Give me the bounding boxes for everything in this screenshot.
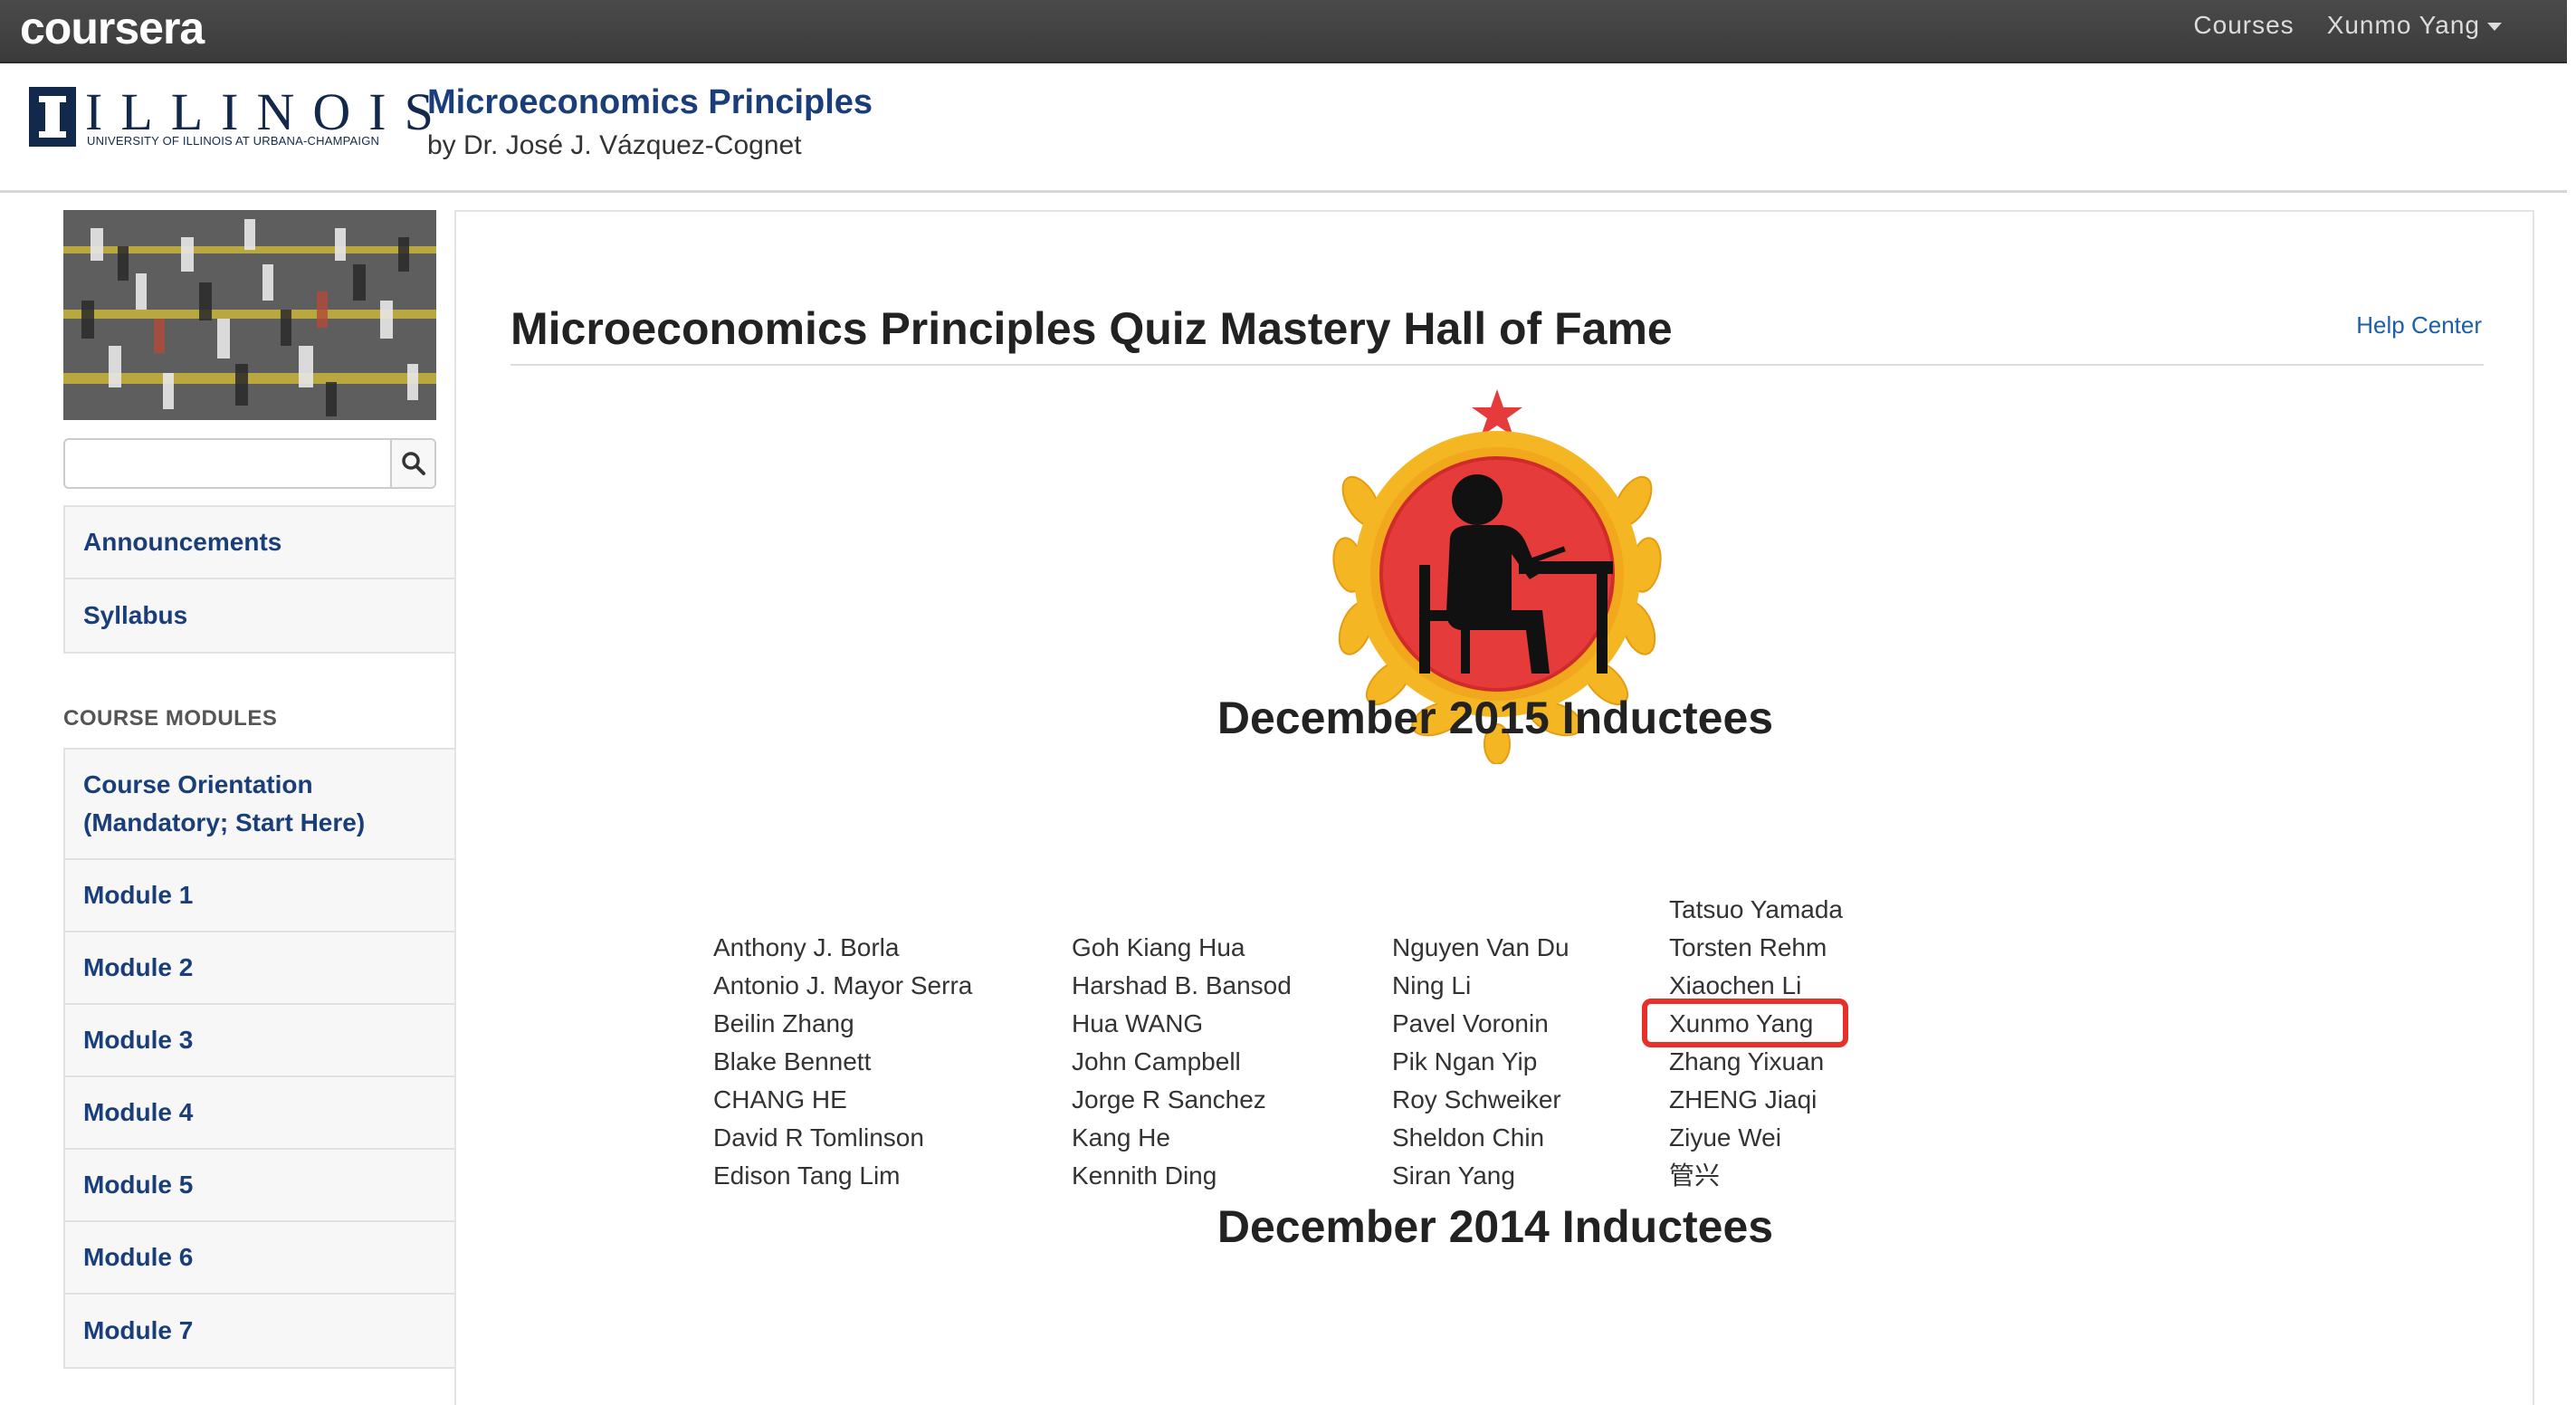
inductee-name: Siran Yang — [1392, 1161, 1515, 1190]
inductee-name: Kennith Ding — [1072, 1161, 1217, 1190]
highlight-box — [1642, 999, 1848, 1047]
inductee-name: John Campbell — [1072, 1047, 1241, 1075]
illinois-wordmark: ILLINOIS — [85, 82, 452, 141]
inductee-name: Edison Tang Lim — [713, 1161, 901, 1190]
course-instructor: by Dr. José J. Vázquez-Cognet — [427, 130, 802, 160]
top-nav-links: Courses Xunmo Yang — [2193, 11, 2502, 40]
inductee-name: Torsten Rehm — [1669, 933, 1827, 961]
main-content: Microeconomics Principles Quiz Mastery H… — [454, 210, 2534, 1405]
window-edge — [2567, 0, 2576, 1398]
sidebar-item-announcements[interactable]: Announcements — [65, 507, 454, 579]
inductee-name: Pavel Voronin — [1392, 1009, 1549, 1037]
inductee-name: Ning Li — [1392, 971, 1472, 999]
inductee-name: Nguyen Van Du — [1392, 933, 1569, 961]
search-input[interactable] — [65, 440, 390, 487]
inductee-name: ZHENG Jiaqi — [1669, 1085, 1818, 1113]
course-header: ILLINOIS UNIVERSITY OF ILLINOIS AT URBAN… — [0, 63, 2567, 193]
module-nav: Course Orientation (Mandatory; Start Her… — [63, 748, 454, 1369]
inductee-column-1: Anthony J. Borla Antonio J. Mayor Serra … — [713, 929, 972, 1195]
inductee-column-2: Goh Kiang Hua Harshad B. Bansod Hua WANG… — [1072, 929, 1292, 1195]
inductee-name: Zhang Yixuan — [1669, 1047, 1825, 1075]
page-title: Microeconomics Principles Quiz Mastery H… — [510, 303, 1673, 354]
inductee-name: Pik Ngan Yip — [1392, 1047, 1538, 1075]
inductee-name: Kang He — [1072, 1123, 1170, 1152]
courses-link[interactable]: Courses — [2193, 11, 2294, 40]
inductee-name: David R Tomlinson — [713, 1123, 924, 1152]
inductee-name: Harshad B. Bansod — [1072, 971, 1292, 999]
search-box — [63, 438, 436, 489]
sidebar: Announcements Syllabus COURSE MODULES Co… — [63, 210, 454, 1369]
sidebar-item-syllabus[interactable]: Syllabus — [65, 579, 454, 652]
inductee-name: Sheldon Chin — [1392, 1123, 1545, 1152]
inductee-column-3: Nguyen Van Du Ning Li Pavel Voronin Pik … — [1392, 929, 1569, 1195]
user-name: Xunmo Yang — [2326, 11, 2480, 39]
sidebar-nav: Announcements Syllabus — [63, 505, 454, 654]
inductee-name: CHANG HE — [713, 1085, 847, 1113]
inductee-name: Blake Bennett — [713, 1047, 872, 1075]
sidebar-item-module-1[interactable]: Module 1 — [65, 860, 454, 932]
course-title[interactable]: Microeconomics Principles — [427, 83, 873, 122]
course-modules-heading: COURSE MODULES — [63, 706, 278, 731]
illinois-block-i-icon — [29, 87, 76, 147]
sidebar-item-module-3[interactable]: Module 3 — [65, 1005, 454, 1077]
sidebar-item-module-6[interactable]: Module 6 — [65, 1222, 454, 1295]
user-menu[interactable]: Xunmo Yang — [2327, 11, 2502, 40]
inductee-name: Antonio J. Mayor Serra — [713, 971, 973, 999]
sidebar-item-module-4[interactable]: Module 4 — [65, 1077, 454, 1150]
section-heading-dec-2014: December 2014 Inductees — [1216, 1201, 1774, 1252]
course-hero-image — [63, 210, 436, 420]
inductee-name: Goh Kiang Hua — [1072, 933, 1245, 961]
inductee-name: Roy Schweiker — [1392, 1085, 1561, 1113]
title-divider — [510, 364, 2484, 366]
search-icon — [401, 452, 425, 475]
inductee-name: Jorge R Sanchez — [1072, 1085, 1266, 1113]
inductee-name: Beilin Zhang — [713, 1009, 854, 1037]
illinois-subtitle: UNIVERSITY OF ILLINOIS AT URBANA-CHAMPAI… — [87, 134, 380, 148]
search-button[interactable] — [390, 440, 434, 487]
sidebar-item-module-5[interactable]: Module 5 — [65, 1150, 454, 1222]
chevron-down-icon — [2487, 23, 2502, 32]
sidebar-item-module-7[interactable]: Module 7 — [65, 1295, 454, 1367]
inductee-name: Ziyue Wei — [1669, 1123, 1781, 1152]
illinois-logo[interactable]: ILLINOIS UNIVERSITY OF ILLINOIS AT URBAN… — [29, 82, 434, 148]
top-navigation-bar: coursera Courses Xunmo Yang — [0, 0, 2567, 63]
section-heading-dec-2015: December 2015 Inductees — [1216, 693, 1774, 743]
inductee-name: Anthony J. Borla — [713, 933, 900, 961]
inductee-name: Hua WANG — [1072, 1009, 1204, 1037]
inductee-name: Tatsuo Yamada — [1669, 895, 1843, 923]
inductee-name: 管兴 — [1669, 1161, 1721, 1190]
inductee-column-4: Tatsuo Yamada Torsten Rehm Xiaochen Li X… — [1642, 891, 1848, 1195]
sidebar-item-course-orientation[interactable]: Course Orientation (Mandatory; Start Her… — [65, 750, 454, 860]
coursera-logo[interactable]: coursera — [20, 2, 205, 54]
highlighted-inductee: Xunmo Yang — [1642, 999, 1848, 1047]
sidebar-item-module-2[interactable]: Module 2 — [65, 932, 454, 1005]
help-center-link[interactable]: Help Center — [2356, 311, 2482, 339]
